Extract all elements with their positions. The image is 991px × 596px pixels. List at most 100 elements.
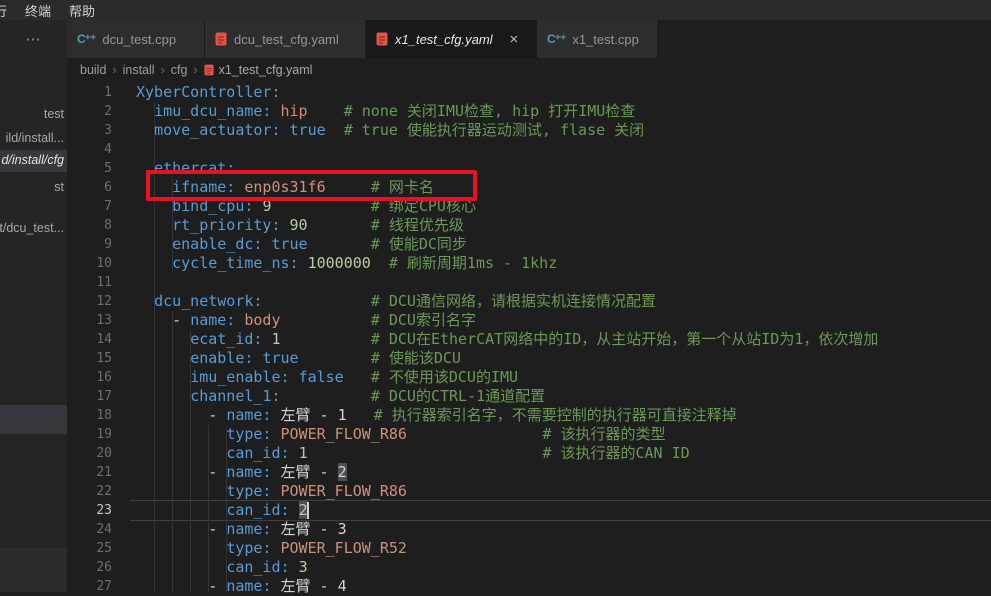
- sidebar-item-label: st: [54, 180, 64, 194]
- sidebar-item-label: test: [44, 107, 64, 121]
- line-number: 12: [67, 292, 112, 311]
- chevron-right-icon: ›: [161, 63, 165, 77]
- line-number: 14: [67, 330, 112, 349]
- code-line-3[interactable]: 3 move_actuator: true # true 使能执行器运动测试, …: [67, 121, 991, 140]
- code-text: channel_1: # DCU的CTRL-1通道配置: [136, 387, 545, 406]
- tab-x1-test-cfg-yaml[interactable]: x1_test_cfg.yaml ×: [366, 20, 537, 58]
- code-text: - name: 左臂 - 3: [136, 520, 347, 539]
- indent-guide: [208, 425, 209, 592]
- menu-item-run[interactable]: 行: [0, 1, 16, 20]
- code-line-7[interactable]: 7 bind_cpu: 9 # 绑定CPU核心: [67, 197, 991, 216]
- code-line-25[interactable]: 25 type: POWER_FLOW_R52: [67, 539, 991, 558]
- line-number: 6: [67, 178, 112, 197]
- code-text: type: POWER_FLOW_R52: [136, 539, 407, 558]
- code-line-27[interactable]: 27 - name: 左臂 - 4: [67, 577, 991, 596]
- line-number: 22: [67, 482, 112, 501]
- line-number: 23: [67, 501, 112, 520]
- breadcrumb-item-cfg[interactable]: cfg: [171, 63, 188, 77]
- code-line-14[interactable]: 14 ecat_id: 1 # DCU在EtherCAT网络中的ID，从主站开始…: [67, 330, 991, 349]
- code-line-19[interactable]: 19 type: POWER_FLOW_R86 # 该执行器的类型: [67, 425, 991, 444]
- code-text: dcu_network: # DCU通信网络，请根据实机连接情况配置: [136, 292, 656, 311]
- code-line-20[interactable]: 20 can_id: 1 # 该执行器的CAN ID: [67, 444, 991, 463]
- code-text: can_id: 1 # 该执行器的CAN ID: [136, 444, 690, 463]
- code-line-1[interactable]: 1 XyberController:: [67, 83, 991, 102]
- breadcrumb: build › install › cfg › x1_test_cfg.yaml: [67, 58, 991, 82]
- code-line-23[interactable]: 23 can_id: 2: [67, 501, 991, 520]
- sidebar-item-label: t/dcu_test...: [0, 221, 64, 235]
- sidebar-item-label: ild/install...: [6, 131, 64, 145]
- yaml-file-icon: [215, 32, 227, 46]
- code-text: type: POWER_FLOW_R86: [136, 482, 407, 501]
- sidebar-item[interactable]: st: [0, 177, 67, 199]
- editor[interactable]: 1XyberController:2 imu_dcu_name: hip # n…: [67, 82, 991, 592]
- line-number: 18: [67, 406, 112, 425]
- code-line-9[interactable]: 9 enable_dc: true # 使能DC同步: [67, 235, 991, 254]
- code-line-15[interactable]: 15 enable: true # 使能该DCU: [67, 349, 991, 368]
- line-number: 7: [67, 197, 112, 216]
- line-number: 11: [67, 273, 112, 292]
- code-line-10[interactable]: 10 cycle_time_ns: 1000000 # 刷新周期1ms - 1k…: [67, 254, 991, 273]
- line-number: 25: [67, 539, 112, 558]
- close-icon[interactable]: ×: [510, 32, 519, 47]
- breadcrumb-item-install[interactable]: install: [123, 63, 155, 77]
- code-line-4[interactable]: 4: [67, 140, 991, 159]
- tab-dcu-test-cfg-yaml[interactable]: dcu_test_cfg.yaml: [205, 20, 366, 58]
- sidebar-item[interactable]: ild/install...: [0, 128, 67, 150]
- code-line-24[interactable]: 24 - name: 左臂 - 3: [67, 520, 991, 539]
- line-number: 8: [67, 216, 112, 235]
- code-line-8[interactable]: 8 rt_priority: 90 # 线程优先级: [67, 216, 991, 235]
- menu-item-terminal[interactable]: 终端: [16, 1, 60, 20]
- tab-label: x1_test.cpp: [572, 32, 639, 47]
- code-text: - name: 左臂 - 4: [136, 577, 347, 596]
- tab-bar: ⋯ C⁺⁺ dcu_test.cpp dcu_test_cfg.yaml x1_…: [0, 20, 991, 58]
- sidebar-panel: test ild/install... d/install/cfg st t/dcu_t…: [0, 58, 67, 592]
- code-line-21[interactable]: 21 - name: 左臂 - 2: [67, 463, 991, 482]
- line-number: 4: [67, 140, 112, 159]
- line-number: 15: [67, 349, 112, 368]
- code-line-22[interactable]: 22 type: POWER_FLOW_R86: [67, 482, 991, 501]
- code-text: rt_priority: 90 # 线程优先级: [136, 216, 464, 235]
- line-number: 27: [67, 577, 112, 596]
- breadcrumb-item-build[interactable]: build: [80, 63, 106, 77]
- code-text: type: POWER_FLOW_R86 # 该执行器的类型: [136, 425, 665, 444]
- more-actions-button[interactable]: ⋯: [0, 20, 67, 58]
- tab-dcu-test-cpp[interactable]: C⁺⁺ dcu_test.cpp: [67, 20, 205, 58]
- sidebar-item[interactable]: d/install/cfg: [0, 150, 67, 172]
- chevron-right-icon: ›: [193, 63, 197, 77]
- indent-guide: [226, 425, 227, 592]
- code-text: imu_dcu_name: hip # none 关闭IMU检查, hip 打开…: [136, 102, 635, 121]
- code-line-17[interactable]: 17 channel_1: # DCU的CTRL-1通道配置: [67, 387, 991, 406]
- code-text: ethercat:: [136, 159, 235, 178]
- line-number: 19: [67, 425, 112, 444]
- indent-guide: [172, 311, 173, 592]
- code-line-26[interactable]: 26 can_id: 3: [67, 558, 991, 577]
- sidebar-selected-empty-row[interactable]: [0, 405, 67, 434]
- cpp-file-icon: C⁺⁺: [547, 32, 565, 46]
- code-line-12[interactable]: 12 dcu_network: # DCU通信网络，请根据实机连接情况配置: [67, 292, 991, 311]
- code-text: imu_enable: false # 不使用该DCU的IMU: [136, 368, 518, 387]
- yaml-file-icon: [376, 32, 388, 46]
- line-number: 9: [67, 235, 112, 254]
- line-number: 17: [67, 387, 112, 406]
- sidebar-item[interactable]: t/dcu_test...: [0, 218, 67, 240]
- line-number: 2: [67, 102, 112, 121]
- code-line-13[interactable]: 13 - name: body # DCU索引名字: [67, 311, 991, 330]
- breadcrumb-item-file[interactable]: x1_test_cfg.yaml: [204, 63, 313, 77]
- code-text: XyberController:: [136, 83, 281, 102]
- code-text: - name: body # DCU索引名字: [136, 311, 476, 330]
- code-line-11[interactable]: 11: [67, 273, 991, 292]
- line-number: 1: [67, 83, 112, 102]
- code-line-2[interactable]: 2 imu_dcu_name: hip # none 关闭IMU检查, hip …: [67, 102, 991, 121]
- code-line-5[interactable]: 5 ethercat:: [67, 159, 991, 178]
- tab-label: x1_test_cfg.yaml: [395, 32, 493, 47]
- code-text: can_id: 3: [136, 558, 308, 577]
- tab-label: dcu_test_cfg.yaml: [234, 32, 339, 47]
- code-line-6[interactable]: 6 ifname: enp0s31f6 # 网卡名: [67, 178, 991, 197]
- tab-x1-test-cpp[interactable]: C⁺⁺ x1_test.cpp: [537, 20, 658, 58]
- menu-item-help[interactable]: 帮助: [60, 1, 104, 20]
- code-line-16[interactable]: 16 imu_enable: false # 不使用该DCU的IMU: [67, 368, 991, 387]
- editor-lines: 1XyberController:2 imu_dcu_name: hip # n…: [67, 83, 991, 596]
- yaml-file-icon: [204, 64, 214, 76]
- code-line-18[interactable]: 18 - name: 左臂 - 1 # 执行器索引名字，不需要控制的执行器可直接…: [67, 406, 991, 425]
- sidebar-item[interactable]: test: [0, 104, 67, 126]
